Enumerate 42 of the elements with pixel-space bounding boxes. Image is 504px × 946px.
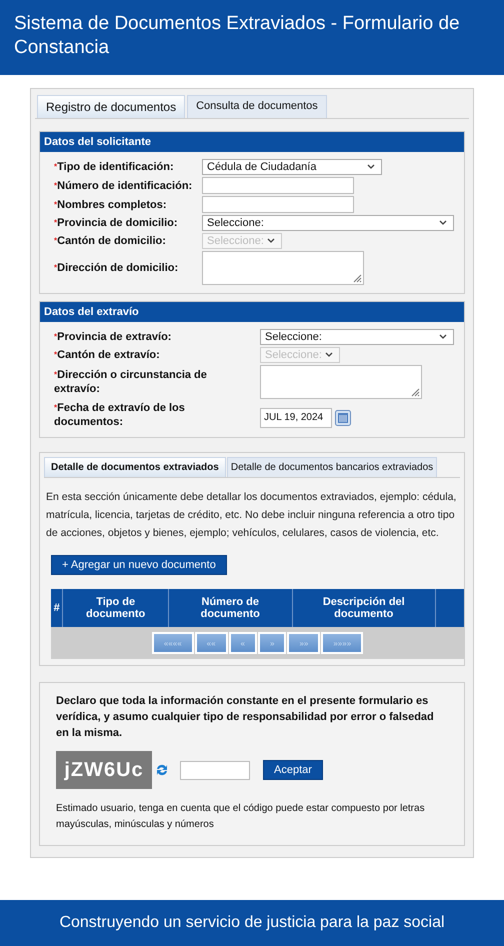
field-label: *Provincia de extravío: bbox=[54, 330, 172, 344]
field-label: *Provincia de domicilio: bbox=[54, 216, 179, 230]
calendar-icon[interactable] bbox=[335, 410, 351, 426]
accept-button[interactable]: Aceptar bbox=[263, 760, 323, 780]
text-area[interactable] bbox=[260, 365, 422, 399]
input-field[interactable] bbox=[202, 177, 354, 194]
tab[interactable]: Registro de documentos bbox=[37, 95, 186, 118]
resize-grip-icon[interactable] bbox=[352, 273, 362, 283]
add-document-button[interactable]: + Agregar un nuevo documento bbox=[51, 555, 227, 575]
chevron-down-icon bbox=[439, 220, 447, 226]
field-label: *Número de identificación: bbox=[54, 178, 194, 192]
section-header: Datos del solicitante bbox=[40, 132, 464, 152]
chevron-down-icon bbox=[267, 238, 275, 244]
tab[interactable]: Consulta de documentos bbox=[187, 95, 327, 118]
text-area[interactable] bbox=[202, 251, 364, 285]
captcha-image: jZW6Uc bbox=[56, 751, 152, 789]
input-field[interactable] bbox=[202, 196, 354, 213]
chevron-down-icon bbox=[367, 164, 375, 170]
field-label: *Nombres completos: bbox=[54, 198, 168, 212]
declaration-text: Declaro que toda la información constante en el presente formulario es verídica, y asumo cualquier tipo de responsabilidad por error o falsedad en la misma. bbox=[56, 694, 435, 741]
date-field[interactable]: JUL 19, 2024 bbox=[260, 408, 332, 428]
page-title: Sistema de Documentos Extraviados - Formulario de Constancia bbox=[14, 12, 461, 60]
field-label: *Fecha de extravío de los documentos: bbox=[54, 401, 186, 429]
field-label: *Dirección de domicilio: bbox=[54, 261, 180, 275]
tab[interactable]: Detalle de documentos extraviados bbox=[44, 457, 226, 477]
section-header: Datos del extravío bbox=[40, 302, 464, 322]
footer-text: Construyendo un servicio de justicia para la paz social bbox=[59, 914, 445, 932]
dropdown[interactable]: Cédula de Ciudadanía bbox=[202, 159, 382, 175]
captcha-input[interactable] bbox=[180, 760, 250, 780]
field-label: *Tipo de identificación: bbox=[54, 160, 175, 174]
dropdown[interactable]: Seleccione: bbox=[202, 215, 454, 231]
instructions-text: En esta sección únicamente debe detallar los documentos extraviados, ejemplo: cédula, matrícula, licencia, tarjetas de crédito, etc. No debe incluir ninguna referencia a otro tipo de acciones, objetos y bienes, ejemplo; vehículos, celulares, casos de violencia, etc. bbox=[46, 490, 458, 541]
field-label: *Dirección o circunstancia de extravío: bbox=[54, 368, 208, 396]
chevron-down-icon bbox=[325, 352, 333, 358]
resize-grip-icon[interactable] bbox=[410, 387, 420, 397]
refresh-icon[interactable] bbox=[155, 763, 169, 777]
dropdown[interactable]: Seleccione: bbox=[260, 329, 454, 345]
field-label: *Cantón de domicilio: bbox=[54, 234, 167, 248]
chevron-down-icon bbox=[439, 334, 447, 340]
tab[interactable]: Detalle de documentos bancarios extraviados bbox=[226, 457, 438, 477]
captcha-note: Estimado usuario, tenga en cuenta que el código puede estar compuesto por letras mayúsculas, minúsculas y números bbox=[56, 802, 426, 832]
field-label: *Cantón de extravío: bbox=[54, 348, 161, 362]
